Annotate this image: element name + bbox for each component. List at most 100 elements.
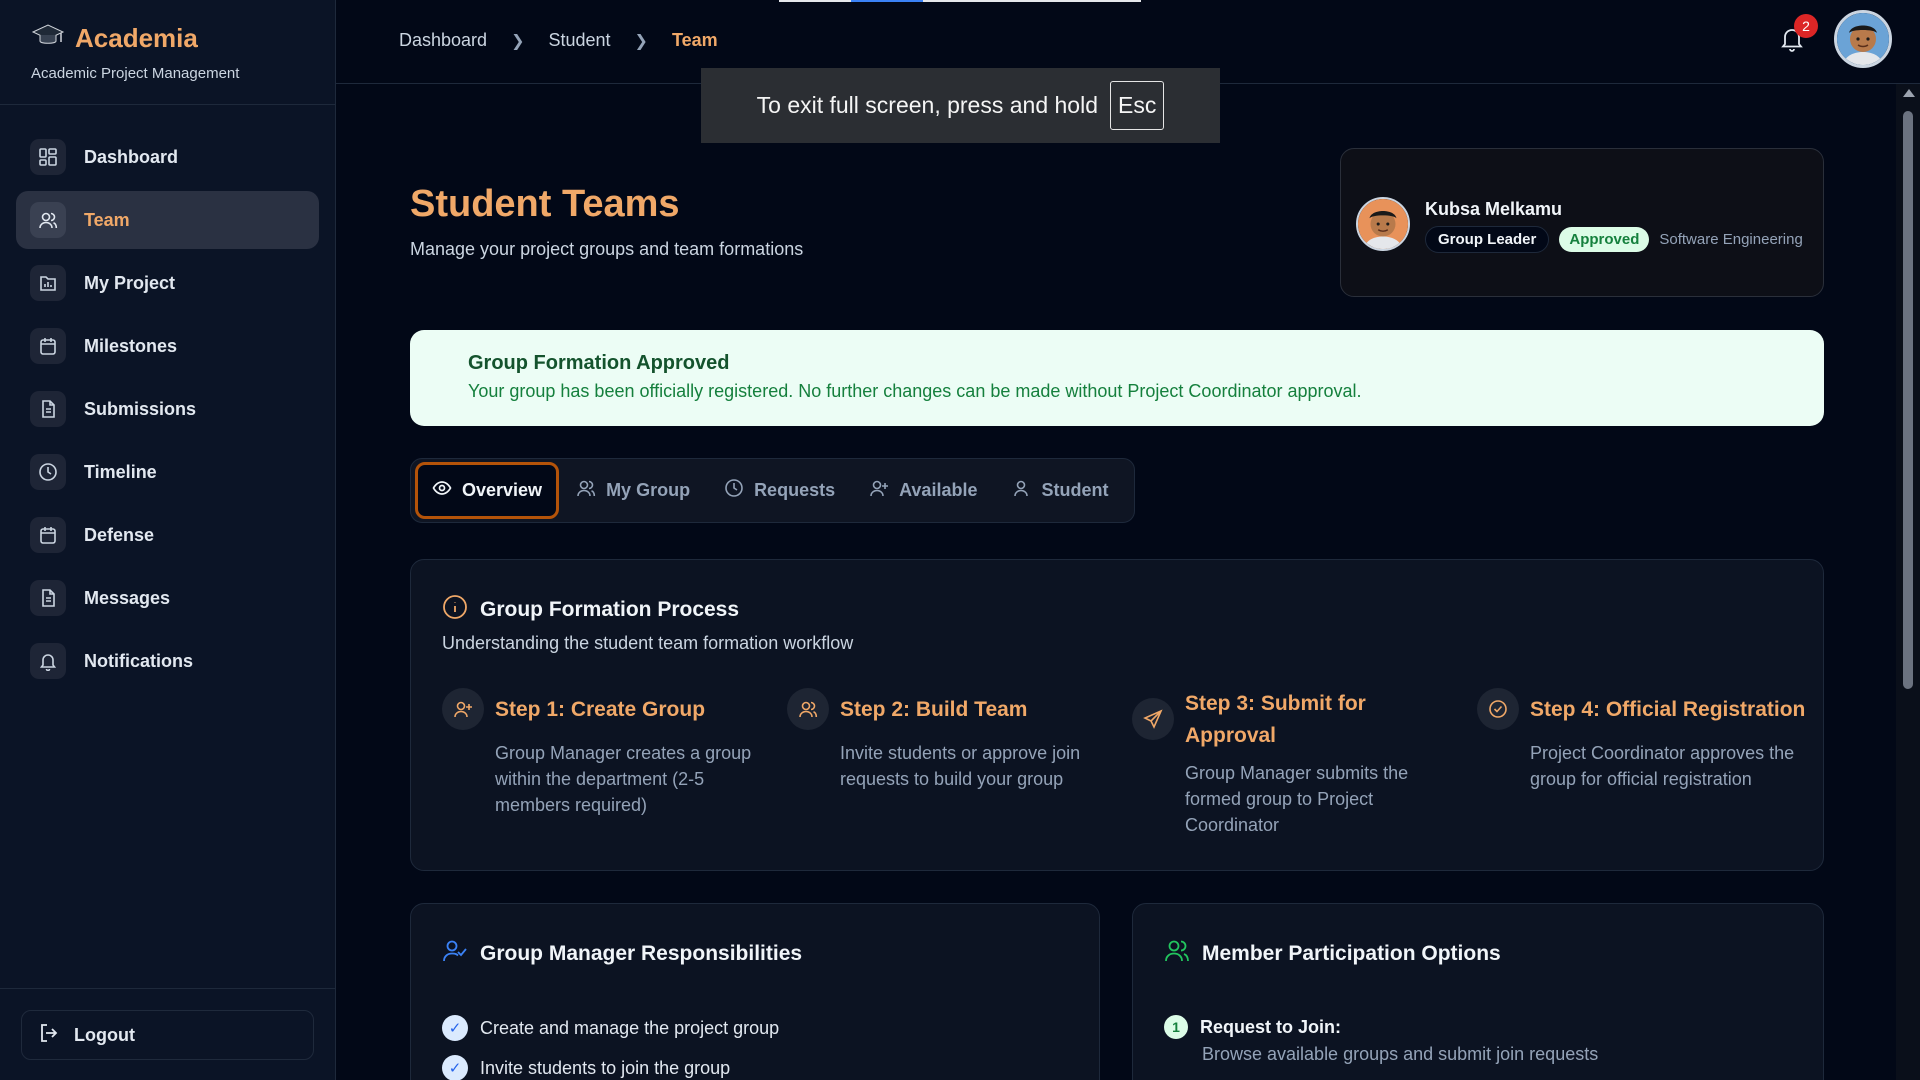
step-description: Group Manager submits the formed group t…	[1185, 763, 1409, 835]
group-formation-process-card: Group Formation Process Understanding th…	[410, 559, 1824, 871]
tab-bar: Overview My Group Requests Available Stu…	[410, 458, 1135, 523]
sidebar-item-submissions[interactable]: Submissions	[16, 380, 319, 438]
breadcrumb-item-dashboard[interactable]: Dashboard	[399, 30, 487, 51]
document-icon	[30, 391, 66, 427]
avatar[interactable]	[1834, 10, 1892, 68]
card-header: Member Participation Options	[1164, 938, 1501, 969]
sidebar-item-label: Team	[84, 209, 130, 230]
approval-alert: Group Formation Approved Your group has …	[410, 330, 1824, 426]
sidebar-item-label: Timeline	[84, 461, 157, 482]
logout-button[interactable]: Logout	[21, 1010, 314, 1060]
sidebar-item-label: Defense	[84, 524, 155, 545]
step-title: Step 4: Official Registration	[1530, 698, 1806, 721]
project-chart-icon	[30, 265, 66, 301]
calendar-icon	[30, 328, 66, 364]
sidebar-nav: Dashboard Team My Project Milestones Sub…	[16, 128, 319, 695]
sidebar-item-defense[interactable]: Defense	[16, 506, 319, 564]
card-title: Member Participation Options	[1202, 941, 1501, 965]
card-title: Group Manager Responsibilities	[480, 941, 803, 965]
tab-label: My Group	[606, 480, 691, 500]
clock-icon	[30, 454, 66, 490]
brand[interactable]: Academia	[31, 22, 198, 55]
tab-label: Student	[1041, 480, 1109, 500]
sidebar-item-label: Dashboard	[84, 146, 179, 167]
sidebar-item-messages[interactable]: Messages	[16, 569, 319, 627]
role-badge: Group Leader	[1425, 226, 1550, 253]
option-description: Browse available groups and submit join …	[1202, 1044, 1599, 1064]
scroll-up-arrow-icon[interactable]	[1903, 89, 1915, 97]
breadcrumb: Dashboard ❯ Student ❯ Team	[399, 30, 718, 51]
sidebar-item-notifications[interactable]: Notifications	[16, 632, 319, 690]
step-title: Step 3: Submit for Approval	[1185, 692, 1366, 747]
scrollbar-thumb[interactable]	[1903, 111, 1913, 689]
users-icon	[30, 202, 66, 238]
check-icon: ✓	[442, 1055, 468, 1080]
group-manager-responsibilities-card: Group Manager Responsibilities ✓ Create …	[410, 903, 1100, 1080]
sidebar-item-label: Messages	[84, 587, 171, 608]
card-header: Group Manager Responsibilities	[442, 938, 802, 969]
avatar	[1356, 197, 1410, 251]
profile-name: Kubsa Melkamu	[1425, 199, 1563, 219]
step-description: Invite students or approve join requests…	[840, 743, 1081, 789]
user-check-icon	[442, 938, 468, 969]
list-item: 1 Request to Join:	[1164, 1015, 1341, 1039]
chevron-right-icon: ❯	[511, 32, 525, 50]
user-icon	[1011, 478, 1031, 503]
card-header: Group Formation Process	[442, 594, 739, 625]
check-icon: ✓	[442, 1015, 468, 1041]
tab-student[interactable]: Student	[994, 462, 1125, 519]
info-icon	[442, 594, 468, 625]
users-icon	[1164, 938, 1190, 969]
logout-label: Logout	[74, 1024, 135, 1045]
list-item-text: Invite students to join the group	[480, 1057, 731, 1078]
step-description: Group Manager creates a group within the…	[495, 743, 752, 815]
breadcrumb-item-student[interactable]: Student	[548, 30, 610, 51]
department-label: Software Engineering	[1659, 231, 1803, 248]
sidebar-item-milestones[interactable]: Milestones	[16, 317, 319, 375]
chevron-right-icon: ❯	[634, 32, 648, 50]
card-subtitle: Understanding the student team formation…	[442, 633, 854, 653]
bell-icon	[30, 643, 66, 679]
page-scrollbar[interactable]	[1896, 84, 1920, 1080]
calendar-icon	[30, 517, 66, 553]
graduation-cap-icon	[31, 22, 65, 55]
send-icon	[1132, 698, 1174, 740]
brand-title: Academia	[75, 23, 198, 53]
page-subtitle: Manage your project groups and team form…	[410, 239, 804, 259]
fullscreen-exit-toast: To exit full screen, press and hold Esc	[701, 68, 1220, 143]
tab-label: Available	[899, 480, 978, 500]
sidebar-item-my-project[interactable]: My Project	[16, 254, 319, 312]
user-plus-icon	[869, 478, 889, 503]
tab-label: Overview	[462, 480, 543, 500]
dashboard-grid-icon	[30, 139, 66, 175]
tab-overview[interactable]: Overview	[415, 462, 560, 519]
tab-my-group[interactable]: My Group	[559, 462, 707, 519]
page-load-progress	[779, 0, 1141, 2]
document-icon	[30, 580, 66, 616]
status-badge: Approved	[1559, 227, 1650, 252]
sidebar-item-timeline[interactable]: Timeline	[16, 443, 319, 501]
toast-text: To exit full screen, press and hold	[756, 92, 1098, 118]
alert-title: Group Formation Approved	[468, 352, 730, 374]
step-title: Step 1: Create Group	[495, 698, 706, 721]
sidebar-item-label: Submissions	[84, 398, 197, 419]
check-circle-icon	[1477, 688, 1519, 730]
tab-requests[interactable]: Requests	[707, 462, 852, 519]
page-title: Student Teams	[410, 183, 680, 225]
step-title: Step 2: Build Team	[840, 698, 1028, 721]
logout-icon	[38, 1022, 60, 1049]
step-number-badge: 1	[1164, 1015, 1188, 1039]
notification-count-badge: 2	[1794, 14, 1818, 38]
profile-tags: Group Leader Approved Software Engineeri…	[1425, 226, 1803, 253]
tab-available[interactable]: Available	[852, 462, 994, 519]
divider	[0, 104, 335, 105]
sidebar-item-team[interactable]: Team	[16, 191, 319, 249]
tab-label: Requests	[754, 480, 836, 500]
sidebar-item-dashboard[interactable]: Dashboard	[16, 128, 319, 186]
users-icon	[787, 688, 829, 730]
brand-subtitle: Academic Project Management	[31, 65, 240, 82]
clock-icon	[724, 478, 744, 503]
esc-key-hint: Esc	[1110, 81, 1165, 130]
sidebar: Academia Academic Project Management Das…	[0, 0, 336, 1080]
profile-card: Kubsa Melkamu Group Leader Approved Soft…	[1340, 148, 1824, 297]
